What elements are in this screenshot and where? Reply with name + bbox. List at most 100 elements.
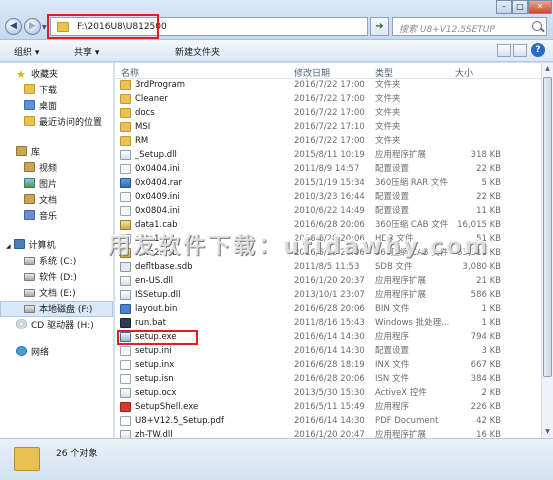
nav-drive-f[interactable]: 本地磁盘 (F:) [0,301,113,317]
rar-file-icon [120,178,131,188]
file-row[interactable]: setup.inx 2016/6/28 18:19 INX 文件 667 KB [115,358,541,372]
file-row[interactable]: ISSetup.dll 2013/10/1 23:07 应用程序扩展 586 KB [115,288,541,302]
nav-favorites[interactable]: ★ 收藏夹 [0,67,113,83]
nav-network[interactable]: 网络 [0,345,113,361]
file-row[interactable]: setup.ocx 2013/5/30 15:30 ActiveX 控件 2 KB [115,386,541,400]
ini-file-icon [120,346,131,356]
expand-arrow-icon[interactable]: ◢ [6,243,11,250]
file-type: 文件夹 [375,80,401,90]
dll-file-icon [120,290,131,300]
scroll-up-icon[interactable]: ▲ [542,63,553,75]
file-row[interactable]: 0x0404.ini 2011/8/9 14:57 配置设置 22 KB [115,162,541,176]
file-name: ISSetup.dll [135,290,181,300]
setupshell-exe-icon [120,402,131,412]
batch-file-icon [120,318,131,328]
file-row[interactable]: 0x0804.ini 2010/6/22 14:49 配置设置 11 KB [115,204,541,218]
back-button[interactable]: ◀ [5,18,22,35]
file-name: 0x0409.ini [135,192,180,202]
search-box[interactable]: 搜索 U8+V12.5SETUP [392,17,547,36]
nav-libraries[interactable]: 库 [0,145,113,161]
arrow-left-icon: ◀ [10,21,17,31]
help-icon[interactable]: ? [531,43,545,57]
file-row[interactable]: _Setup.dll 2015/8/11 10:19 应用程序扩展 318 KB [115,148,541,162]
folder-icon [14,447,40,471]
nav-drive-c[interactable]: 系统 (C:) [0,254,113,270]
maximize-button[interactable]: □ [512,0,528,14]
file-size: 3,080 KB [462,262,501,272]
file-name: MSI [135,122,151,132]
file-row[interactable]: 0x0409.ini 2010/3/23 16:44 配置设置 22 KB [115,190,541,204]
nav-drive-e[interactable]: 文档 (E:) [0,286,113,302]
file-date: 2011/8/9 14:57 [294,164,360,174]
file-row[interactable]: en-US.dll 2016/1/20 20:37 应用程序扩展 21 KB [115,274,541,288]
file-date: 2016/6/28 20:06 [294,374,365,384]
file-row[interactable]: SetupShell.exe 2016/5/11 15:49 应用程序 226 KB [115,400,541,414]
recent-pages-dropdown-icon[interactable]: ▼ [42,24,47,31]
nav-recent-places[interactable]: 最近访问的位置 [0,115,113,131]
file-type: ActiveX 控件 [375,388,427,398]
file-name: U8+V12.5_Setup.pdf [135,416,224,426]
share-menu[interactable]: 共享 ▾ [74,45,99,58]
change-view-icon[interactable] [497,44,511,57]
scroll-thumb[interactable] [543,77,552,377]
file-date: 2016/1/20 20:37 [294,276,365,286]
file-row[interactable]: RM 2016/7/22 17:00 文件夹 [115,134,541,148]
file-row[interactable]: layout.bin 2016/6/28 20:06 BIN 文件 1 KB [115,302,541,316]
nav-downloads[interactable]: 下载 [0,83,113,99]
file-date: 2016/6/28 20:06 [294,304,365,314]
file-type: 应用程序扩展 [375,290,427,300]
item-count: 26 个对象 [56,449,98,459]
file-row[interactable]: U8+V12.5_Setup.pdf 2016/6/14 14:30 PDF Doc… [115,414,541,428]
refresh-button[interactable]: ➜ [370,17,389,36]
file-row[interactable]: defltbase.sdb 2011/8/5 11:53 SDB 文件 3,080 K… [115,260,541,274]
nav-music[interactable]: 音乐 [0,209,113,225]
file-name: setup.isn [135,374,174,384]
file-size: 794 KB [470,332,501,342]
file-date: 2016/6/28 18:19 [294,360,365,370]
nav-label: 库 [31,148,41,158]
documents-library-icon [24,194,35,204]
scroll-down-icon[interactable]: ▼ [542,426,553,438]
file-row[interactable]: setup.ini 2016/6/14 14:30 配置设置 3 KB [115,344,541,358]
nav-label: 系统 (C:) [39,257,77,267]
file-type: PDF Document [375,416,439,426]
file-name: _Setup.dll [135,150,177,160]
file-row[interactable]: MSI 2016/7/22 17:10 文件夹 [115,120,541,134]
nav-drive-h[interactable]: CD 驱动器 (H:) [0,318,113,334]
file-size: 22 KB [476,164,501,174]
organize-menu[interactable]: 组织 ▾ [14,45,39,58]
dll-file-icon [120,150,131,160]
nav-computer[interactable]: ◢ 计算机 [0,238,113,254]
file-name: setup.ini [135,346,172,356]
nav-label: 本地磁盘 (F:) [39,305,93,315]
vertical-scrollbar[interactable]: ▲ ▼ [541,63,553,438]
file-row[interactable]: docs 2016/7/22 17:00 文件夹 [115,106,541,120]
close-button[interactable]: ✕ [528,0,552,14]
file-name: SetupShell.exe [135,402,199,412]
file-row[interactable]: run.bat 2011/8/16 15:43 Windows 批处理... 1 KB [115,316,541,330]
file-row[interactable]: Cleaner 2016/7/22 17:00 文件夹 [115,92,541,106]
refresh-arrow-icon: ➜ [375,21,384,32]
file-size: 226 KB [470,402,501,412]
file-row[interactable]: 3rdProgram 2016/7/22 17:00 文件夹 [115,78,541,92]
nav-videos[interactable]: 视频 [0,161,113,177]
nav-desktop[interactable]: 桌面 [0,99,113,115]
nav-pictures[interactable]: 图片 [0,177,113,193]
file-row[interactable]: 0x0404.rar 2015/1/19 15:34 360压缩 RAR 文件 5 K… [115,176,541,190]
file-row[interactable]: setup.isn 2016/6/28 20:06 ISN 文件 384 KB [115,372,541,386]
file-name: 0x0404.ini [135,164,180,174]
nav-documents[interactable]: 文档 [0,193,113,209]
drive-icon [24,305,35,313]
bin-file-icon [120,304,131,314]
file-name: docs [135,108,155,118]
search-icon[interactable] [532,21,542,31]
nav-drive-d[interactable]: 软件 (D:) [0,270,113,286]
preview-pane-icon[interactable] [513,44,527,57]
folder-icon [120,122,131,132]
forward-button[interactable]: ▶ [24,18,41,35]
new-folder-button[interactable]: 新建文件夹 [175,45,220,58]
file-size: 667 KB [470,360,501,370]
minimize-button[interactable]: – [496,0,512,14]
watermark-text: 用友软件下载：ufidawhy.com [108,234,491,259]
search-placeholder[interactable]: 搜索 U8+V12.5SETUP [399,22,495,35]
